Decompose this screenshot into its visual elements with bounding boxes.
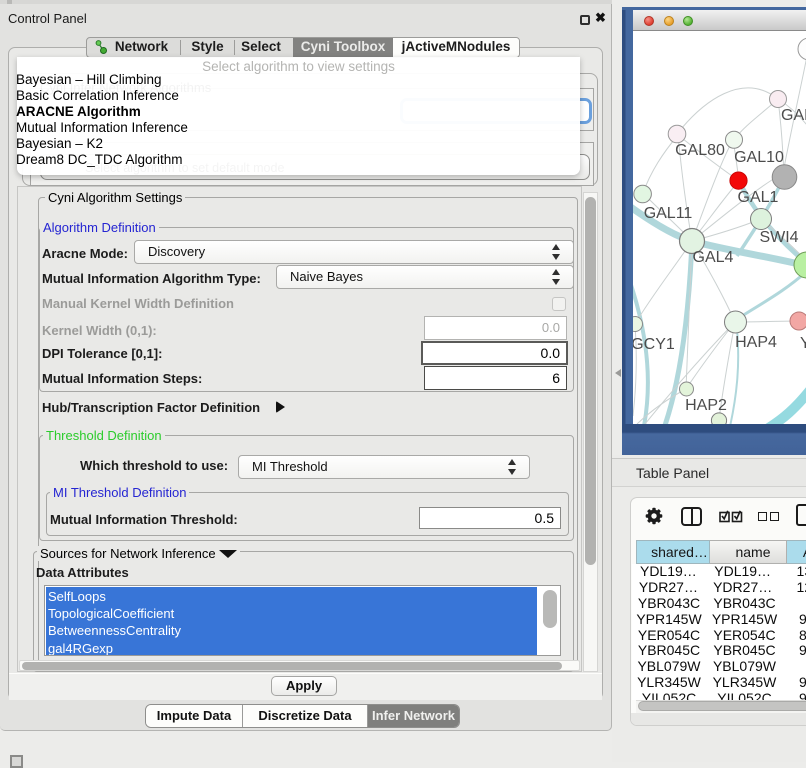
svg-text:GAL4: GAL4 [693, 249, 734, 266]
svg-text:GAL2: GAL2 [781, 107, 806, 124]
svg-text:HAP4: HAP4 [735, 334, 777, 351]
svg-text:SWI4: SWI4 [759, 229, 798, 246]
svg-text:GAL11: GAL11 [644, 205, 693, 222]
svg-text:HAP2: HAP2 [685, 397, 727, 414]
svg-text:GAL10: GAL10 [734, 149, 784, 166]
svg-text:GAL80: GAL80 [675, 142, 725, 159]
svg-text:GAL1: GAL1 [738, 189, 779, 206]
svg-text:GCY1: GCY1 [633, 336, 675, 353]
svg-text:Y: Y [800, 335, 806, 352]
